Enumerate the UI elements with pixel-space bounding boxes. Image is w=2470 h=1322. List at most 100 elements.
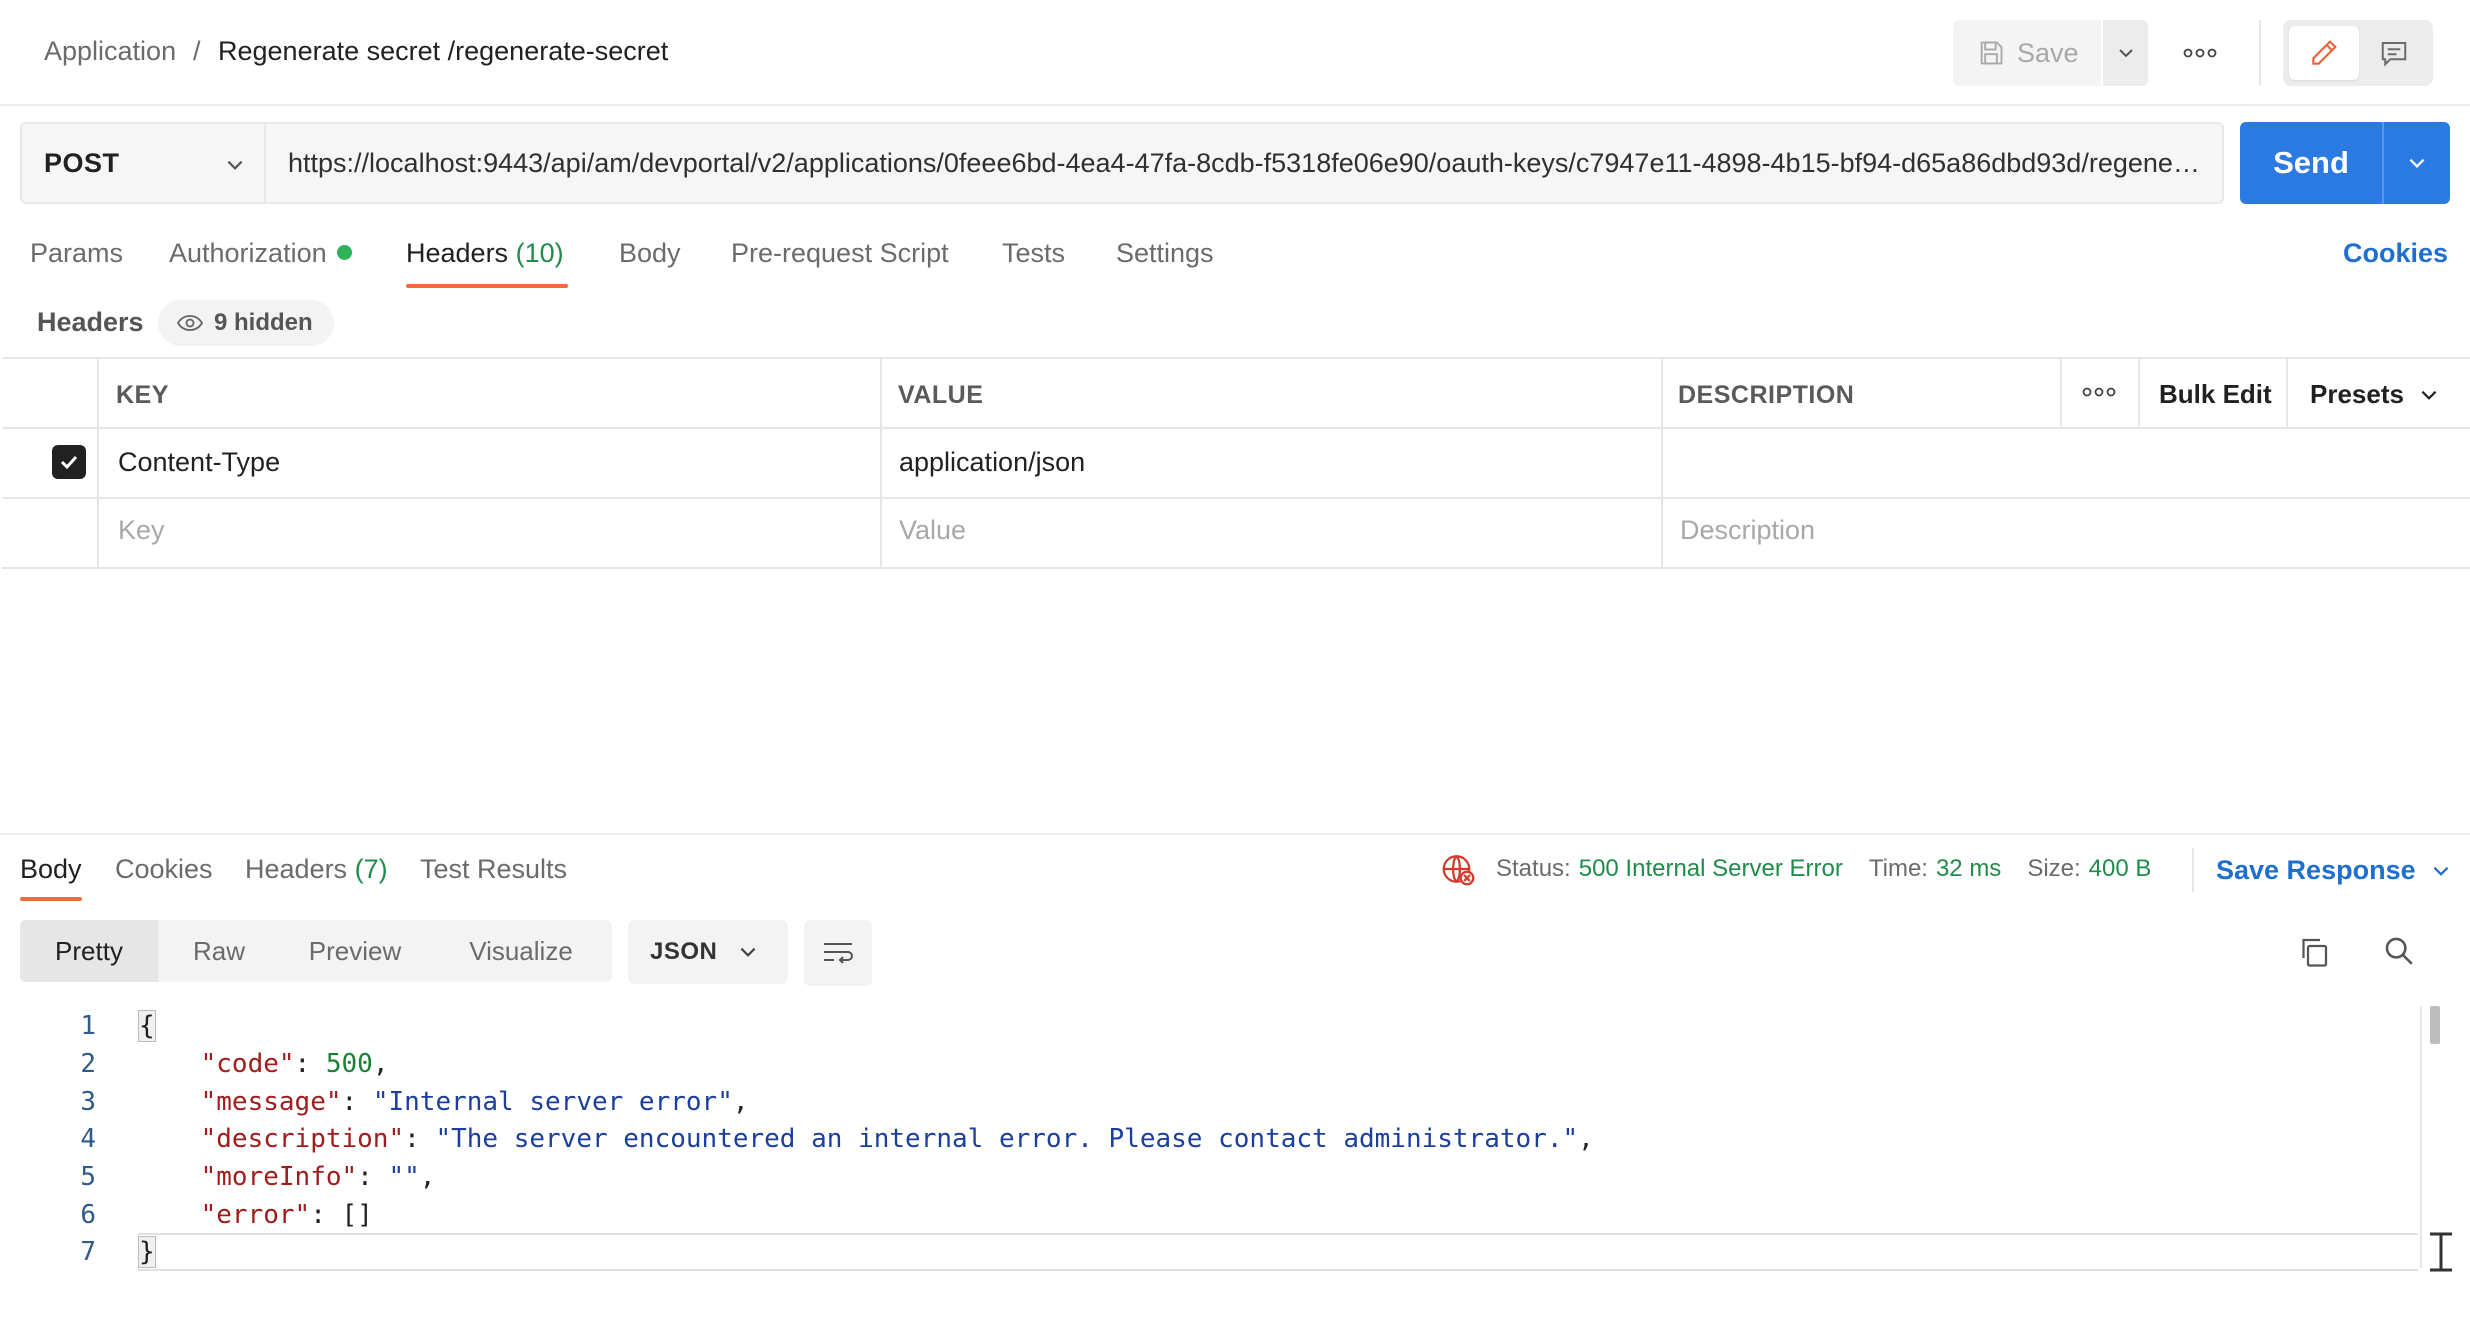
edit-mode-button[interactable] — [2289, 26, 2359, 80]
code-line: "description": "The server encountered a… — [200, 1124, 1594, 1154]
view-mode-raw[interactable]: Raw — [158, 920, 280, 982]
eye-icon — [176, 315, 204, 331]
json-number: 500 — [325, 1049, 373, 1079]
status-label: Status: — [1496, 855, 1571, 882]
more-actions-button[interactable] — [2175, 30, 2225, 76]
response-tab-body[interactable]: Body — [20, 854, 82, 885]
json-key: "code" — [200, 1049, 295, 1079]
send-button-group: Send — [2240, 122, 2450, 204]
json-key: "message" — [200, 1087, 342, 1117]
method-select[interactable]: POST — [20, 122, 264, 204]
bulk-edit-button[interactable]: Bulk Edit — [2159, 379, 2272, 410]
save-options-button[interactable] — [2101, 20, 2148, 86]
response-tab-headers-label: Headers — [245, 854, 348, 884]
time-value[interactable]: 32 ms — [1936, 855, 2001, 883]
line-number: 6 — [80, 1200, 96, 1230]
request-title[interactable]: Regenerate secret /regenerate-secret — [218, 36, 668, 67]
table-col-divider — [2286, 359, 2288, 427]
code-line: "moreInfo": "", — [200, 1162, 436, 1192]
response-tab-test-results[interactable]: Test Results — [420, 854, 567, 885]
tab-tests[interactable]: Tests — [1002, 238, 1065, 269]
response-tab-cookies[interactable]: Cookies — [115, 854, 213, 885]
cookies-link[interactable]: Cookies — [2343, 238, 2448, 269]
hidden-headers-toggle[interactable]: 9 hidden — [158, 300, 334, 346]
json-string: "The server encountered an internal erro… — [435, 1124, 1579, 1154]
tab-pre-request-script[interactable]: Pre-request Script — [731, 238, 949, 269]
tab-body[interactable]: Body — [619, 238, 681, 269]
text-cursor-icon — [2430, 1232, 2452, 1272]
chevron-down-icon — [2421, 390, 2437, 400]
column-options-button[interactable] — [2082, 385, 2116, 403]
table-col-divider — [2060, 359, 2062, 427]
tab-headers-count: (10) — [515, 238, 564, 268]
code-line: "code": 500, — [200, 1049, 389, 1079]
time-label: Time: — [1868, 855, 1928, 882]
status-value[interactable]: 500 Internal Server Error — [1579, 855, 1843, 883]
code-line: "message": "Internal server error", — [200, 1087, 749, 1117]
tab-authorization[interactable]: Authorization — [169, 238, 352, 269]
chevron-down-icon — [2409, 158, 2425, 169]
url-input[interactable]: https://localhost:9443/api/am/devportal/… — [264, 122, 2224, 204]
active-tab-indicator — [406, 284, 568, 288]
breadcrumb-separator: / — [193, 36, 201, 66]
line-number: 2 — [80, 1049, 96, 1079]
response-tab-headers-count: (7) — [354, 854, 388, 884]
header-value-cell[interactable]: application/json — [899, 447, 1085, 478]
response-view-mode: Pretty Raw Preview Visualize — [20, 920, 612, 982]
auth-status-dot — [336, 245, 352, 261]
chevron-down-icon — [2118, 49, 2133, 58]
view-mode-visualize[interactable]: Visualize — [430, 920, 612, 982]
top-bar: Application / Regenerate secret /regener… — [0, 0, 2470, 106]
tab-settings[interactable]: Settings — [1116, 238, 1214, 269]
line-number: 5 — [80, 1162, 96, 1192]
json-key: "error" — [200, 1200, 311, 1230]
new-header-key-input[interactable]: Key — [118, 515, 165, 546]
code-line: } — [138, 1236, 156, 1268]
json-string: "Internal server error" — [372, 1087, 733, 1117]
globe-error-icon[interactable] — [1440, 851, 1476, 887]
table-col-divider — [2138, 359, 2140, 427]
header-key-cell[interactable]: Content-Type — [118, 447, 280, 478]
send-button[interactable]: Send — [2240, 122, 2382, 204]
column-header-key: KEY — [116, 381, 169, 409]
headers-section-title: Headers — [37, 307, 144, 337]
editor-scroll-track — [2420, 1006, 2422, 1268]
response-pane-divider[interactable] — [0, 833, 2470, 835]
size-value[interactable]: 400 B — [2089, 855, 2152, 883]
tab-headers[interactable]: Headers (10) — [406, 238, 564, 269]
copy-response-button[interactable] — [2296, 934, 2332, 975]
table-row-divider — [2, 497, 2470, 499]
wrap-lines-button[interactable] — [804, 920, 872, 986]
tab-authorization-label: Authorization — [169, 238, 327, 268]
editor-scrollbar[interactable] — [2430, 1006, 2440, 1044]
tab-params[interactable]: Params — [30, 238, 123, 269]
presets-label: Presets — [2310, 379, 2404, 409]
column-header-value: VALUE — [898, 381, 984, 409]
send-options-button[interactable] — [2382, 122, 2450, 204]
comments-mode-button[interactable] — [2361, 26, 2427, 80]
save-response-button[interactable]: Save Response — [2216, 855, 2452, 886]
save-button[interactable]: Save — [1953, 20, 2101, 86]
line-number: 3 — [80, 1087, 96, 1117]
response-body-editor[interactable]: 1 2 3 4 5 6 7 { "code": 500, "message": … — [0, 1005, 2420, 1275]
header-enabled-checkbox[interactable] — [52, 445, 86, 479]
breadcrumb-parent[interactable]: Application — [44, 36, 176, 67]
code-line: { — [138, 1010, 156, 1042]
new-header-description-input[interactable]: Description — [1680, 515, 1815, 546]
response-tab-headers[interactable]: Headers (7) — [245, 854, 388, 885]
tab-headers-label: Headers — [406, 238, 509, 268]
view-mode-pretty[interactable]: Pretty — [20, 920, 158, 982]
view-mode-preview[interactable]: Preview — [280, 920, 430, 982]
json-brace: { — [138, 1010, 156, 1042]
url-text: https://localhost:9443/api/am/devportal/… — [288, 147, 2202, 178]
comment-icon — [2381, 42, 2407, 67]
json-string: "" — [388, 1162, 420, 1192]
line-number: 4 — [80, 1124, 96, 1154]
search-response-button[interactable] — [2382, 934, 2416, 973]
response-format-select[interactable]: JSON — [628, 920, 788, 984]
new-header-value-input[interactable]: Value — [899, 515, 966, 546]
presets-button[interactable]: Presets — [2310, 379, 2440, 410]
table-row-divider — [2, 427, 2470, 429]
response-meta: Status: 500 Internal Server Error Time: … — [1440, 852, 2151, 886]
size-label: Size: — [2027, 855, 2081, 882]
